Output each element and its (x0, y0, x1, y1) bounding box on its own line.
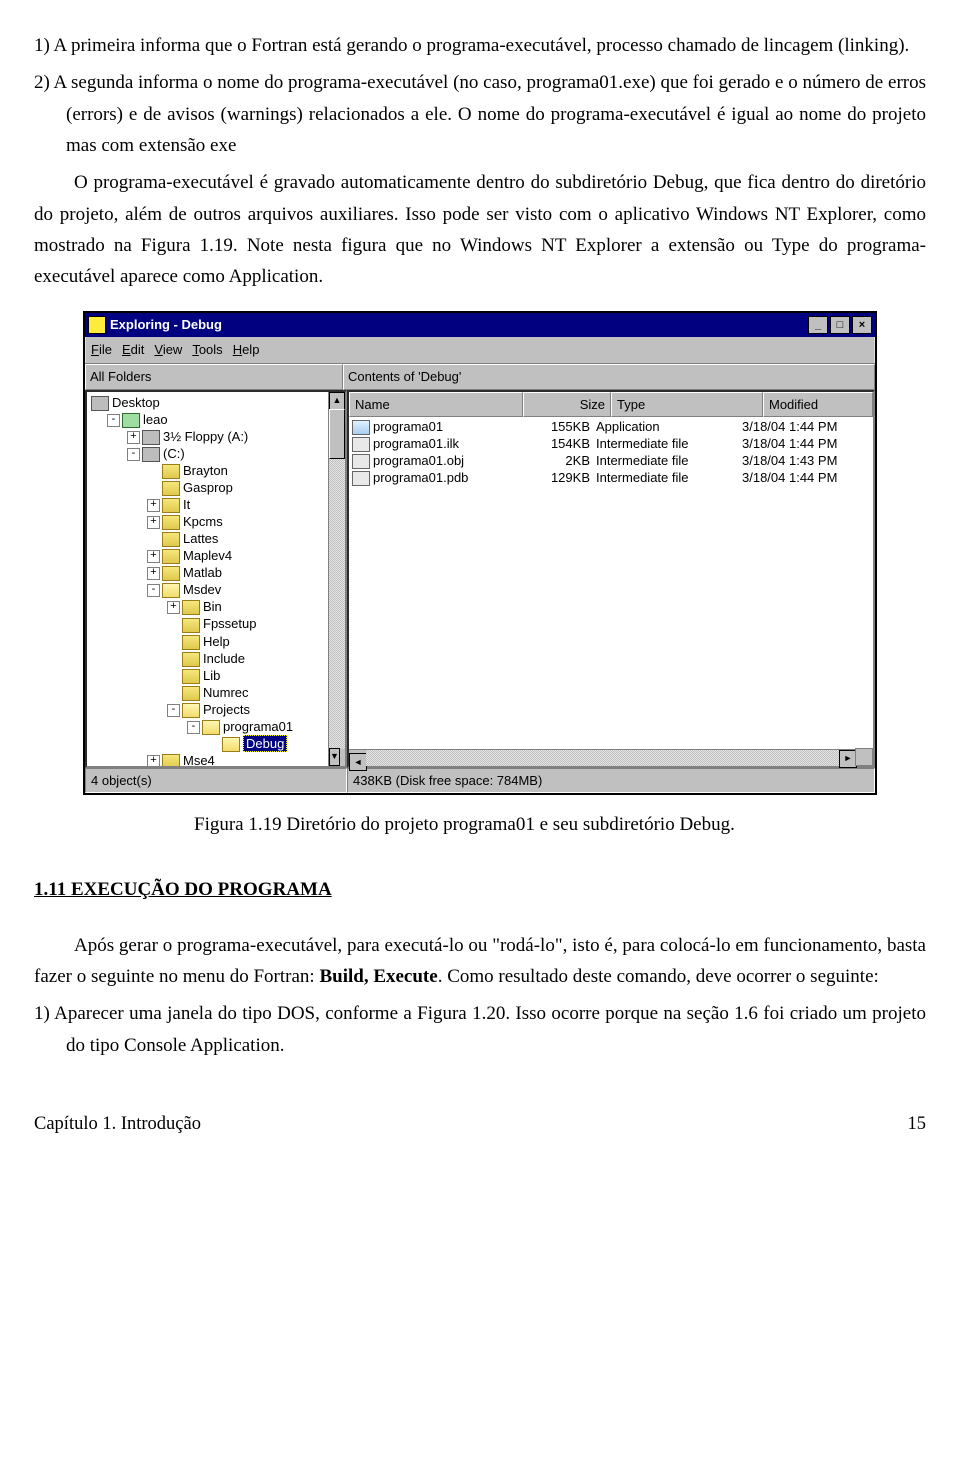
minimize-button[interactable]: _ (808, 316, 828, 334)
drive-icon (142, 447, 160, 462)
folder-icon (162, 481, 180, 496)
tree-scrollbar[interactable]: ▲ ▼ (328, 392, 345, 766)
figure-caption: Figura 1.19 Diretório do projeto program… (194, 809, 926, 840)
pane-header: All Folders Contents of 'Debug' (85, 364, 875, 389)
tree-matlab[interactable]: +Matlab (87, 564, 345, 581)
menu-tools[interactable]: Tools (192, 339, 222, 360)
scroll-left-icon[interactable]: ◄ (349, 753, 367, 771)
tree-desktop[interactable]: Desktop (87, 394, 345, 411)
footer-right: 15 (908, 1109, 927, 1140)
folder-icon (162, 754, 180, 768)
list-scrollbar[interactable]: ◄ ► (349, 749, 857, 766)
tree-kpcms[interactable]: +Kpcms (87, 513, 345, 530)
col-modified[interactable]: Modified (763, 392, 873, 417)
file-icon (352, 471, 370, 486)
menu-help[interactable]: Help (233, 339, 260, 360)
tree-help[interactable]: Help (87, 633, 345, 650)
list-header: Name Size Type Modified (349, 392, 873, 417)
close-button[interactable]: × (852, 316, 872, 334)
folder-open-icon (222, 737, 240, 752)
tree-it[interactable]: +It (87, 496, 345, 513)
col-size[interactable]: Size (523, 392, 611, 417)
statusbar: 4 object(s) 438KB (Disk free space: 784M… (85, 768, 875, 793)
tree-msdev[interactable]: -Msdev (87, 581, 345, 598)
folder-open-icon (162, 583, 180, 598)
folder-open-icon (202, 720, 220, 735)
tree-brayton[interactable]: Brayton (87, 462, 345, 479)
folder-icon (162, 566, 180, 581)
scroll-up-icon[interactable]: ▲ (329, 392, 345, 410)
folder-icon (182, 618, 200, 633)
list-item[interactable]: programa01.pdb 129KB Intermediate file 3… (349, 469, 873, 486)
bold-cmd: Build, Execute (319, 966, 437, 987)
scroll-down-icon[interactable]: ▼ (329, 748, 340, 766)
tree-mse4[interactable]: +Mse4 (87, 752, 345, 768)
menu-file-label: ile (99, 342, 112, 357)
list-item[interactable]: programa01 155KB Application 3/18/04 1:4… (349, 418, 873, 435)
computer-icon (122, 413, 140, 428)
para-2: 2) A segunda informa o nome do programa-… (34, 67, 926, 161)
desktop-icon (91, 396, 109, 411)
menu-file[interactable]: File (91, 339, 112, 360)
tree-gasprop[interactable]: Gasprop (87, 479, 345, 496)
titlebar[interactable]: Exploring - Debug _ □ × (85, 313, 875, 337)
folder-icon (182, 669, 200, 684)
menu-edit[interactable]: Edit (122, 339, 144, 360)
all-folders-label: All Folders (85, 364, 343, 389)
status-size: 438KB (Disk free space: 784MB) (347, 768, 875, 793)
list-item[interactable]: programa01.obj 2KB Intermediate file 3/1… (349, 452, 873, 469)
tree-debug[interactable]: Debug (87, 735, 345, 752)
list-item[interactable]: programa01.ilk 154KB Intermediate file 3… (349, 435, 873, 452)
para-5: 1) Aparecer uma janela do tipo DOS, conf… (34, 998, 926, 1061)
tree-numrec[interactable]: Numrec (87, 684, 345, 701)
tree-maplev4[interactable]: +Maplev4 (87, 547, 345, 564)
folder-open-icon (182, 703, 200, 718)
folder-icon (162, 515, 180, 530)
app-icon (352, 420, 370, 435)
floppy-icon (142, 430, 160, 445)
para-4: Após gerar o programa-executável, para e… (34, 930, 926, 993)
file-icon (352, 437, 370, 452)
section-heading: 1.11 EXECUÇÃO DO PROGRAMA (34, 874, 926, 905)
col-type[interactable]: Type (611, 392, 763, 417)
menubar: File Edit View Tools Help (85, 337, 875, 364)
folder-icon (182, 635, 200, 650)
tree-lib[interactable]: Lib (87, 667, 345, 684)
tree-programa01[interactable]: -programa01 (87, 718, 345, 735)
folder-search-icon (88, 316, 106, 334)
tree-c[interactable]: -(C:) (87, 445, 345, 462)
tree-selected-label: Debug (243, 735, 287, 752)
contents-label: Contents of 'Debug' (343, 364, 875, 389)
col-name[interactable]: Name (349, 392, 523, 417)
folder-icon (182, 600, 200, 615)
para-1: 1) A primeira informa que o Fortran está… (34, 30, 926, 61)
footer-left: Capítulo 1. Introdução (34, 1109, 201, 1140)
scroll-corner (855, 748, 873, 766)
tree-bin[interactable]: +Bin (87, 598, 345, 615)
tree-include[interactable]: Include (87, 650, 345, 667)
page-footer: Capítulo 1. Introdução 15 (34, 1109, 926, 1140)
file-icon (352, 454, 370, 469)
explorer-window: Exploring - Debug _ □ × File Edit View T… (83, 311, 877, 795)
tree-pane[interactable]: Desktop -leao +3½ Floppy (A:) -(C:) Bray… (85, 390, 347, 768)
tree-leao[interactable]: -leao (87, 411, 345, 428)
status-objects: 4 object(s) (85, 768, 347, 793)
folder-icon (162, 498, 180, 513)
window-title: Exploring - Debug (110, 314, 222, 335)
menu-view[interactable]: View (154, 339, 182, 360)
para-3: O programa-executável é gravado automati… (34, 167, 926, 292)
tree-fpssetup[interactable]: Fpssetup (87, 615, 345, 632)
tree-lattes[interactable]: Lattes (87, 530, 345, 547)
tree-projects[interactable]: -Projects (87, 701, 345, 718)
maximize-button[interactable]: □ (830, 316, 850, 334)
folder-icon (162, 549, 180, 564)
folder-icon (182, 686, 200, 701)
scroll-thumb[interactable] (329, 409, 345, 459)
folder-icon (162, 464, 180, 479)
folder-icon (182, 652, 200, 667)
tree-floppy[interactable]: +3½ Floppy (A:) (87, 428, 345, 445)
folder-icon (162, 532, 180, 547)
list-pane[interactable]: Name Size Type Modified programa01 155KB… (347, 390, 875, 768)
